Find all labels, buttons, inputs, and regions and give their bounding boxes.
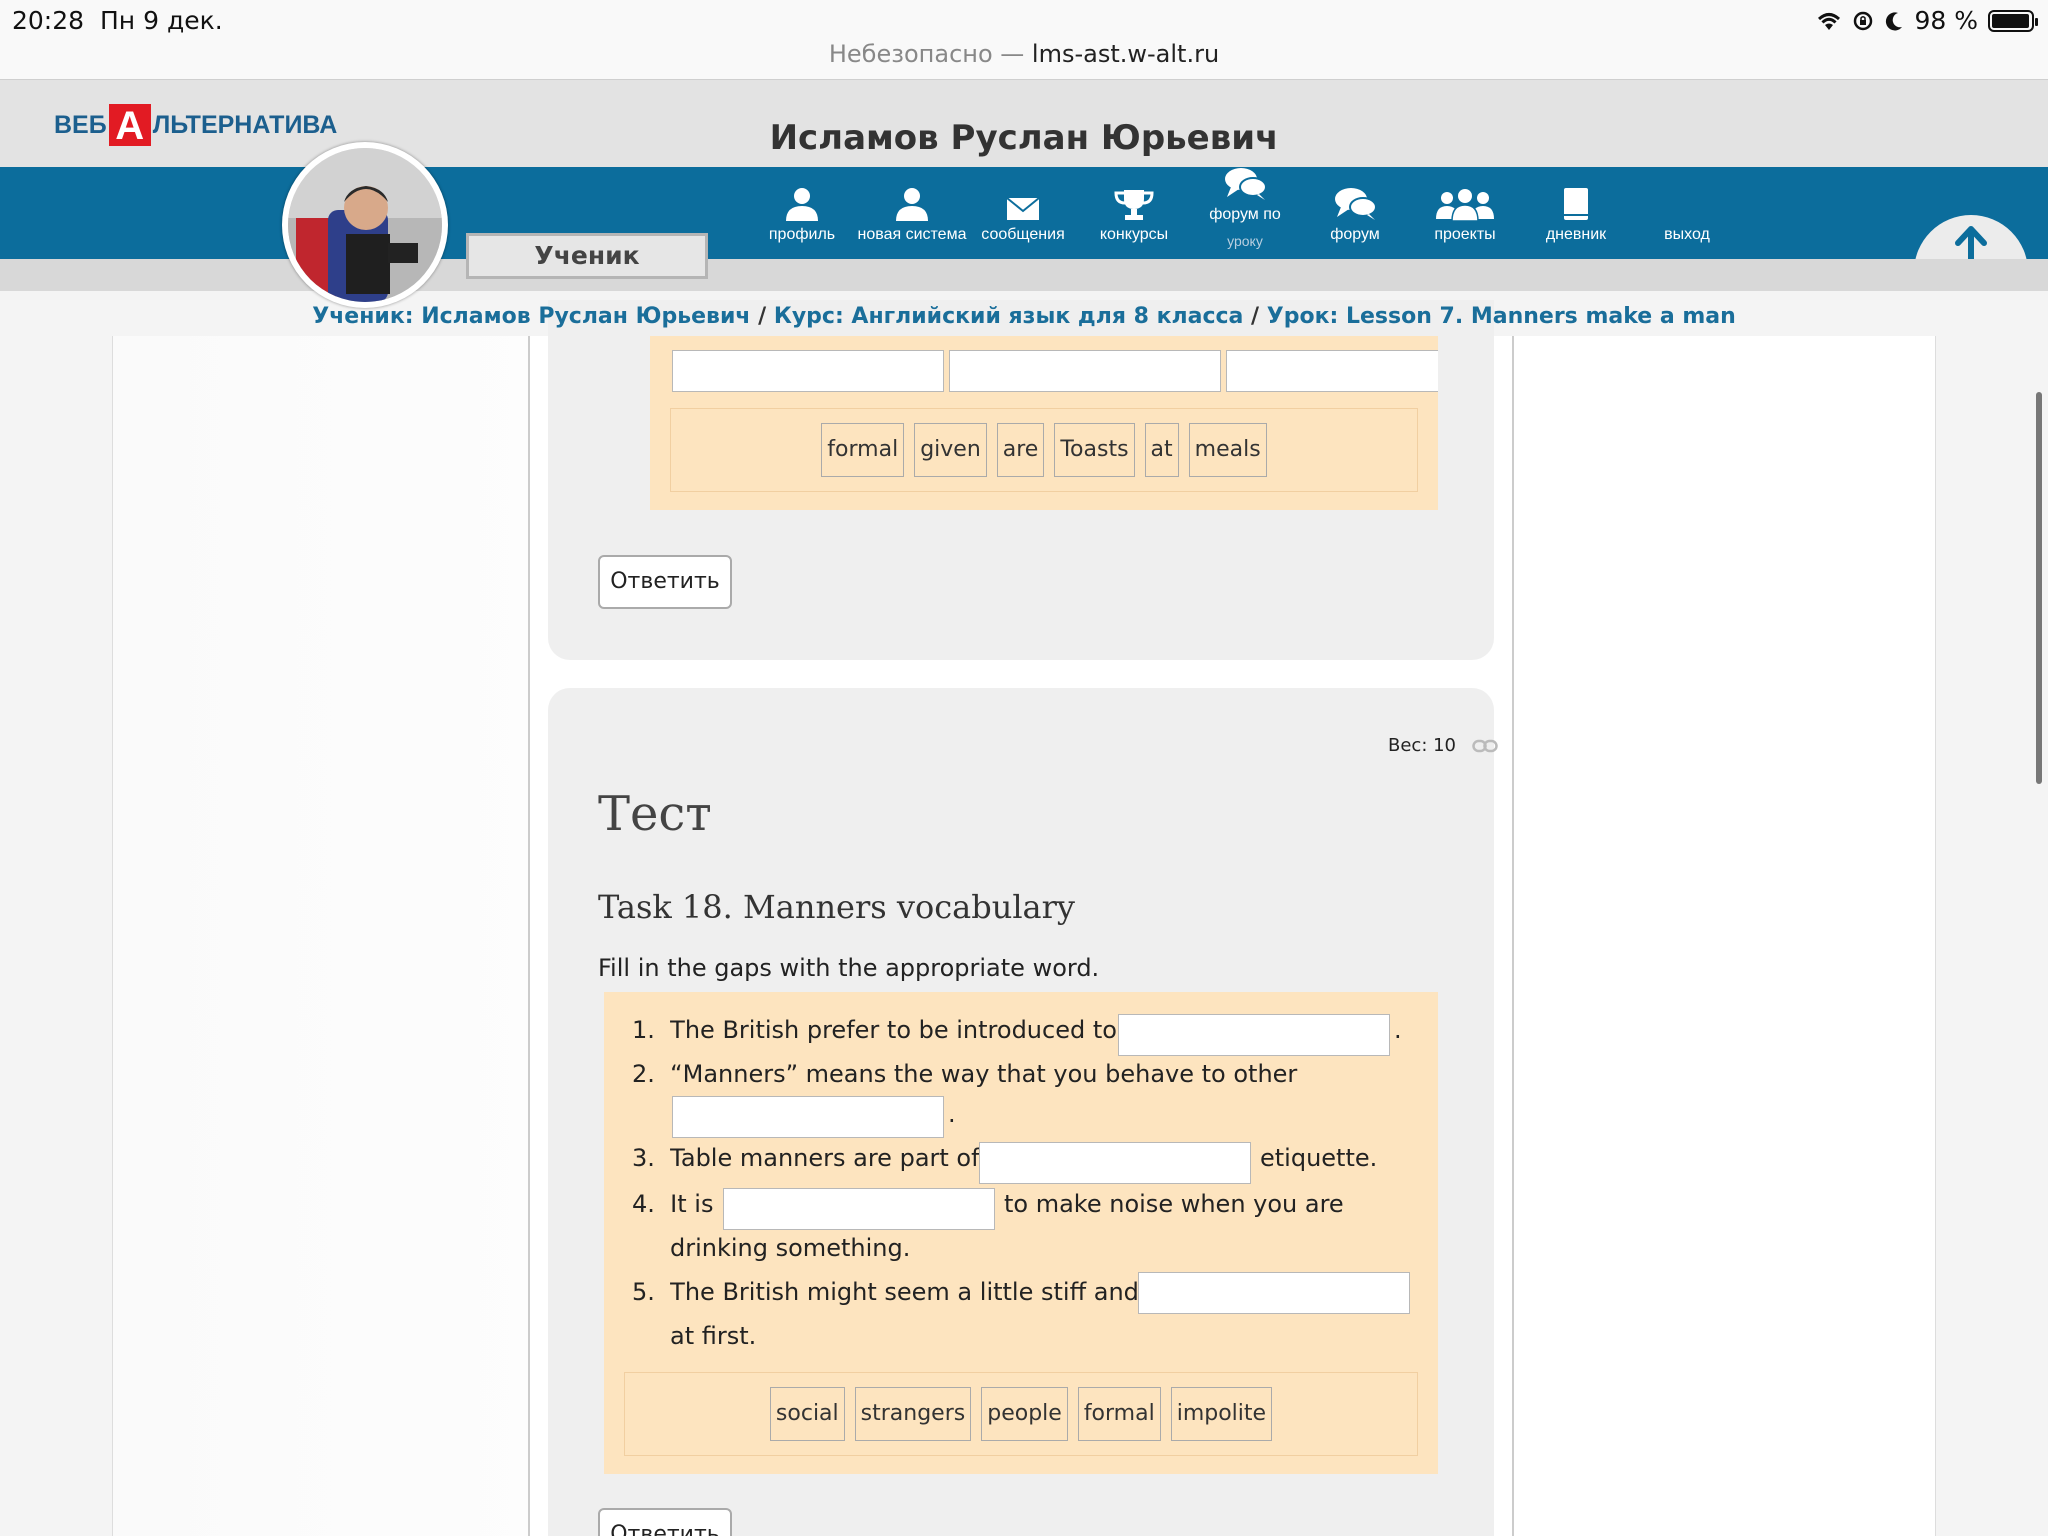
status-time: 20:28	[12, 6, 85, 35]
nav-messages[interactable]: сообщения	[968, 167, 1078, 245]
user-icon	[786, 188, 818, 221]
answer-button[interactable]: Ответить	[598, 555, 732, 609]
section-title: Тест	[598, 786, 712, 842]
avatar-image	[288, 148, 442, 302]
gap-input[interactable]	[672, 1096, 944, 1138]
wifi-icon	[1818, 12, 1841, 30]
word-bank: formal given are Toasts at meals	[670, 408, 1418, 492]
moon-icon	[1886, 11, 1903, 30]
gap-item: 5. The British might seem a little stiff…	[632, 1278, 1139, 1306]
task-title: Task 18. Manners vocabulary	[598, 888, 1075, 926]
breadcrumb-lesson[interactable]: Урок: Lesson 7. Manners make a man	[1267, 304, 1736, 329]
book-icon	[1564, 188, 1588, 220]
breadcrumb-course[interactable]: Курс: Английский язык для 8 класса	[774, 304, 1244, 329]
user-name-title: Исламов Руслан Юрьевич	[769, 118, 1279, 158]
gap-input[interactable]	[979, 1142, 1251, 1184]
nav-diary[interactable]: дневник	[1521, 167, 1631, 245]
battery-icon	[1988, 9, 2038, 32]
site-header: ВЕБ А ЛЬТЕРНАТИВА Исламов Руслан Юрьевич	[0, 79, 2048, 167]
answer-button[interactable]: Ответить	[598, 1508, 732, 1536]
gap-input[interactable]	[1118, 1014, 1390, 1056]
address-bar[interactable]: Небезопасно — lms-ast.w-alt.ru	[0, 40, 2048, 68]
rotation-lock-icon	[1854, 11, 1873, 30]
trophy-icon	[1114, 190, 1154, 220]
group-icon	[1436, 189, 1494, 221]
role-badge: Ученик	[466, 233, 708, 279]
answer-slot[interactable]	[672, 350, 944, 392]
gap-item: 1. The British prefer to be introduced t…	[632, 1016, 1117, 1044]
gap-item: 4. It is	[632, 1190, 714, 1218]
gap-item: 2. “Manners” means the way that you beha…	[632, 1060, 1298, 1088]
breadcrumb: Ученик: Исламов Руслан Юрьевич / Курс: А…	[312, 304, 1736, 329]
task-panel-previous: formal given are Toasts at meals	[650, 336, 1438, 510]
url-host: lms-ast.w-alt.ru	[1031, 40, 1220, 68]
draggable-word[interactable]: Toasts	[1054, 423, 1135, 477]
draggable-word[interactable]: at	[1144, 423, 1179, 477]
draggable-word[interactable]: social	[769, 1387, 845, 1441]
nav-projects[interactable]: проекты	[1410, 167, 1520, 245]
avatar-photo	[288, 148, 442, 302]
draggable-word[interactable]: given	[914, 423, 987, 477]
draggable-word[interactable]: people	[981, 1387, 1068, 1441]
nav-contests[interactable]: конкурсы	[1079, 167, 1189, 245]
nav-logout[interactable]: выход	[1632, 167, 1742, 245]
task-panel: 1. The British prefer to be introduced t…	[604, 992, 1438, 1474]
draggable-word[interactable]: formal	[821, 423, 905, 477]
status-date: Пн 9 дек.	[100, 6, 223, 35]
link-icon[interactable]	[1472, 738, 1498, 754]
chat-bubbles-icon	[1335, 188, 1377, 220]
nav-forum[interactable]: форум	[1300, 167, 1410, 245]
envelope-icon	[1006, 197, 1040, 220]
status-bar: 20:28 Пн 9 дек. 98 % Небезопасно — lms-a…	[0, 0, 2048, 80]
draggable-word[interactable]: strangers	[854, 1387, 972, 1441]
nav-lesson-forum[interactable]: форум по уроку	[1190, 167, 1300, 249]
gap-input[interactable]	[1138, 1272, 1410, 1314]
user-icon	[896, 188, 928, 221]
answer-slot[interactable]	[1226, 350, 1438, 392]
chat-bubbles-icon	[1225, 168, 1267, 200]
breadcrumb-student[interactable]: Ученик: Исламов Руслан Юрьевич	[312, 304, 750, 329]
word-bank: social strangers people formal impolite	[624, 1372, 1418, 1456]
draggable-word[interactable]: formal	[1077, 1387, 1161, 1441]
nav-new-system[interactable]: новая система	[857, 167, 967, 245]
status-indicators: 98 %	[1816, 6, 2038, 35]
nav-profile[interactable]: профиль	[747, 167, 857, 245]
task-instruction: Fill in the gaps with the appropriate wo…	[598, 954, 1100, 982]
avatar[interactable]	[282, 142, 448, 308]
gap-item: 3. Table manners are part of	[632, 1144, 980, 1172]
task-weight: Вес: 10	[1388, 735, 1457, 756]
draggable-word[interactable]: meals	[1188, 423, 1267, 477]
answer-slot[interactable]	[949, 350, 1221, 392]
battery-percent: 98 %	[1914, 6, 1978, 35]
scrollbar[interactable]	[2036, 392, 2042, 784]
draggable-word[interactable]: are	[996, 423, 1045, 477]
gap-input[interactable]	[723, 1188, 995, 1230]
draggable-word[interactable]: impolite	[1170, 1387, 1273, 1441]
